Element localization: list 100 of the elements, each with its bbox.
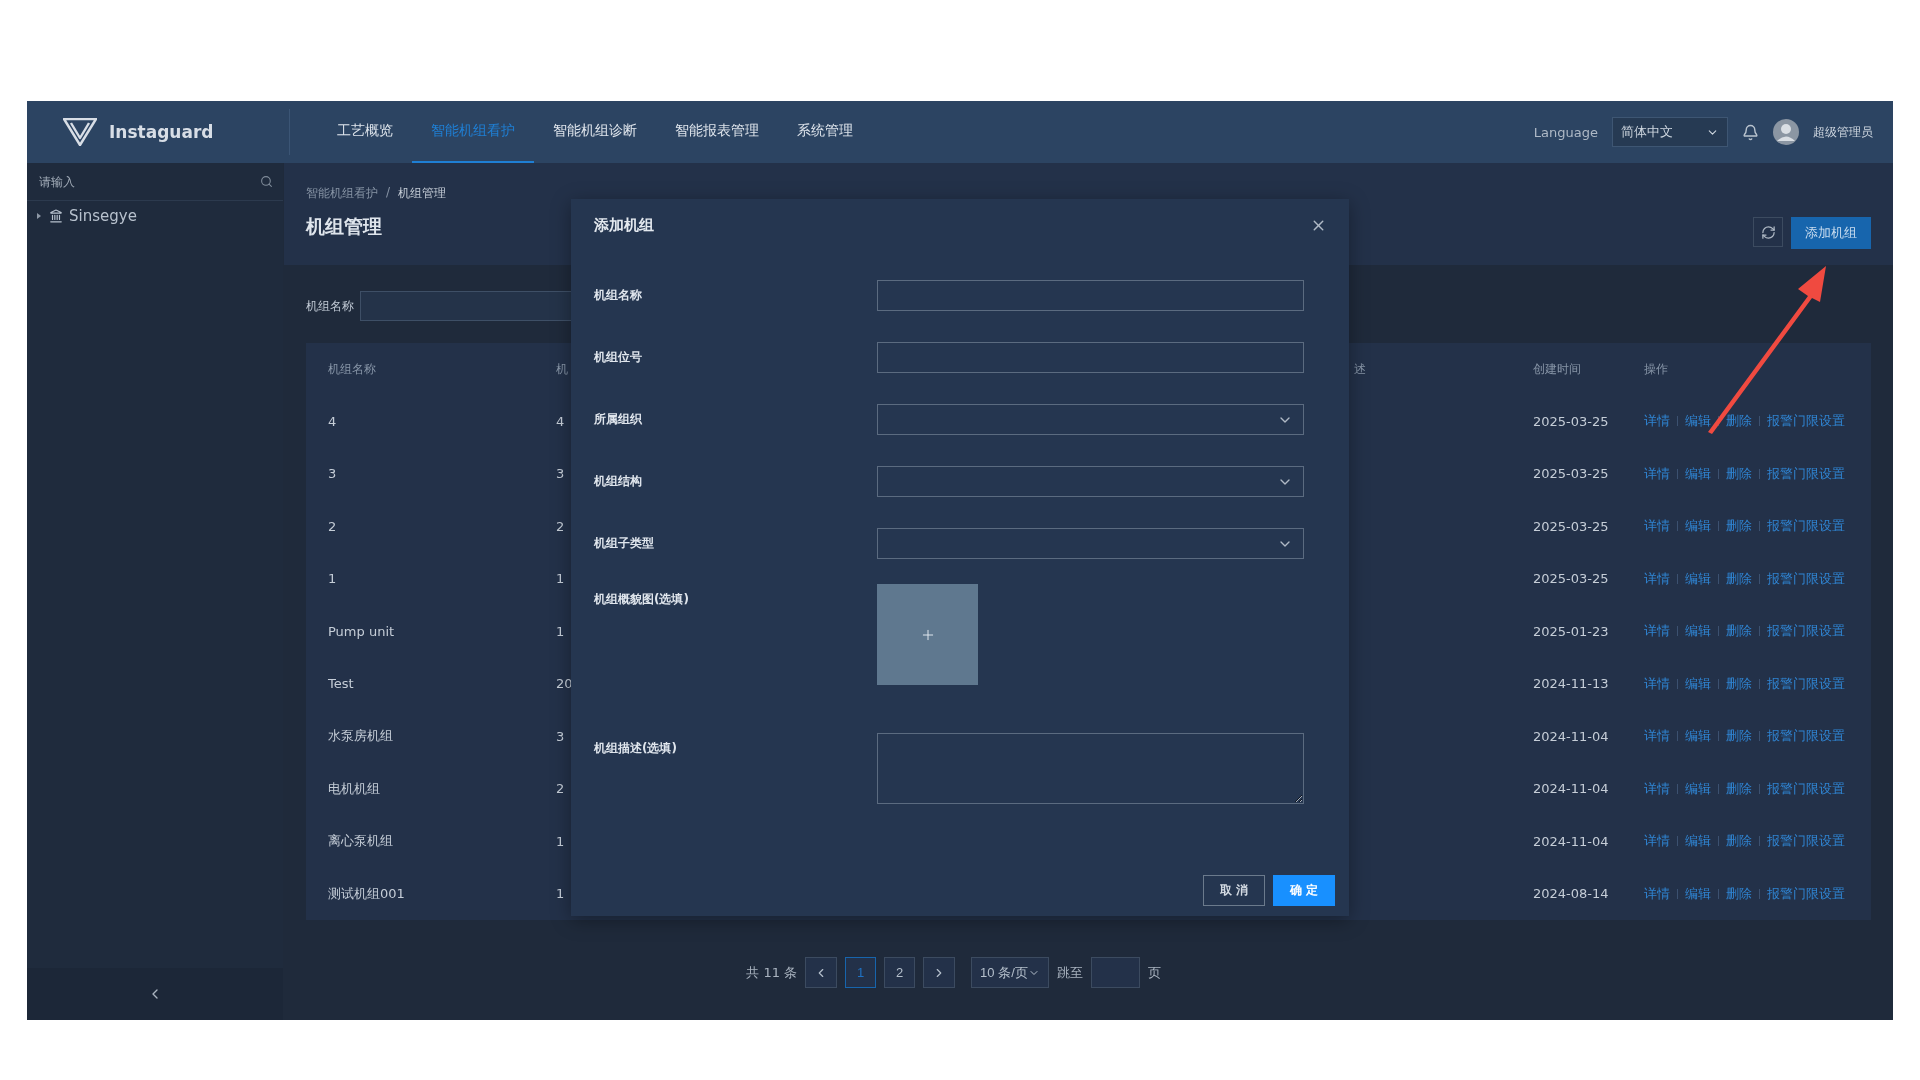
table-cell: 2024-11-04 — [1533, 833, 1609, 849]
action-link[interactable]: 删除 — [1726, 464, 1752, 483]
action-link[interactable]: 详情 — [1644, 517, 1670, 536]
action-link[interactable]: 删除 — [1726, 884, 1752, 903]
column-header: 述 — [1354, 360, 1366, 378]
table-cell: 2025-01-23 — [1533, 623, 1609, 639]
field-label: 机组位号 — [594, 349, 643, 366]
action-link[interactable]: 删除 — [1726, 674, 1752, 693]
page-button[interactable]: 1 — [845, 957, 877, 988]
action-link[interactable]: 报警门限设置 — [1767, 569, 1845, 588]
search-field[interactable]: 请输入 — [37, 173, 217, 190]
breadcrumb-item[interactable]: 智能机组看护 — [306, 185, 378, 202]
select-field[interactable] — [877, 528, 1304, 559]
table-cell: 4 — [556, 413, 565, 429]
table-cell: 1 — [556, 886, 565, 902]
action-link[interactable]: 详情 — [1644, 622, 1670, 641]
tree-item[interactable]: Sinsegye — [27, 201, 283, 231]
text-field[interactable] — [877, 280, 1304, 311]
table-cell: 离心泵机组 — [328, 832, 393, 851]
nav-tab[interactable]: 智能报表管理 — [656, 101, 778, 163]
cancel-button[interactable]: 取 消 — [1203, 875, 1265, 906]
text-field[interactable] — [877, 342, 1304, 373]
field-label: 所属组织 — [594, 411, 643, 428]
add-button[interactable]: 添加机组 — [1791, 217, 1871, 249]
table-cell: 2025-03-25 — [1533, 571, 1609, 587]
action-link[interactable]: 编辑 — [1685, 569, 1711, 588]
language-select[interactable]: 简体中文 — [1612, 117, 1728, 147]
action-link[interactable]: 详情 — [1644, 884, 1670, 903]
prev-page-button[interactable] — [805, 957, 838, 988]
bell-icon[interactable] — [1742, 123, 1759, 141]
page-input[interactable] — [1090, 957, 1140, 988]
nav-tab[interactable]: 系统管理 — [778, 101, 872, 163]
page-button[interactable]: 2 — [884, 957, 916, 988]
action-link[interactable]: 删除 — [1726, 727, 1752, 746]
action-link[interactable]: 报警门限设置 — [1767, 779, 1845, 798]
action-link[interactable]: 报警门限设置 — [1767, 412, 1845, 431]
action-link[interactable]: 报警门限设置 — [1767, 727, 1845, 746]
action-link[interactable]: 详情 — [1644, 412, 1670, 431]
action-link[interactable]: 编辑 — [1685, 884, 1711, 903]
table-cell: 1 — [328, 571, 337, 587]
next-page-button[interactable] — [923, 957, 956, 988]
action-link[interactable]: 编辑 — [1685, 412, 1711, 431]
action-link[interactable]: 报警门限设置 — [1767, 517, 1845, 536]
select-field[interactable] — [877, 466, 1304, 497]
refresh-icon — [1760, 224, 1776, 240]
column-header: 机组名称 — [328, 360, 376, 378]
action-link[interactable]: 删除 — [1726, 779, 1752, 798]
action-link[interactable]: 删除 — [1726, 517, 1752, 536]
action-link[interactable]: 编辑 — [1685, 517, 1711, 536]
action-link[interactable]: 编辑 — [1685, 779, 1711, 798]
table-cell: 2024-11-13 — [1533, 676, 1609, 692]
table-cell: 2025-03-25 — [1533, 518, 1609, 534]
action-link[interactable]: 详情 — [1644, 727, 1670, 746]
refresh-button[interactable] — [1753, 217, 1783, 247]
table-cell: 2024-08-14 — [1533, 886, 1609, 902]
action-link[interactable]: 报警门限设置 — [1767, 884, 1845, 903]
page-size-select[interactable]: 10 条/页 — [971, 957, 1049, 988]
table-cell: 3 — [556, 728, 565, 744]
confirm-button[interactable]: 确 定 — [1273, 875, 1335, 906]
table-cell: 测试机组001 — [328, 884, 405, 903]
table-cell: 1 — [556, 623, 565, 639]
table-cell: Pump unit — [328, 623, 395, 639]
action-link[interactable]: 删除 — [1726, 569, 1752, 588]
page-title: 机组管理 — [306, 214, 383, 239]
table-cell: 2 — [328, 518, 337, 534]
column-header: 机 — [556, 360, 568, 378]
action-link[interactable]: 报警门限设置 — [1767, 674, 1845, 693]
action-link[interactable]: 删除 — [1726, 412, 1752, 431]
action-link[interactable]: 详情 — [1644, 464, 1670, 483]
action-link[interactable]: 报警门限设置 — [1767, 832, 1845, 851]
table-cell: 2025-03-25 — [1533, 413, 1609, 429]
action-link[interactable]: 编辑 — [1685, 832, 1711, 851]
textarea-field[interactable] — [877, 733, 1304, 804]
nav-tab[interactable]: 智能机组诊断 — [534, 101, 656, 163]
breadcrumb-item[interactable]: 机组管理 — [398, 185, 447, 202]
table-cell: 水泵房机组 — [328, 727, 393, 746]
action-link[interactable]: 详情 — [1644, 674, 1670, 693]
user-name[interactable]: 超级管理员 — [1813, 123, 1873, 141]
filter-label: 机组名称 — [306, 297, 354, 315]
action-link[interactable]: 编辑 — [1685, 727, 1711, 746]
action-link[interactable]: 编辑 — [1685, 622, 1711, 641]
action-link[interactable]: 详情 — [1644, 779, 1670, 798]
field-label: 机组概貌图(选填) — [594, 591, 690, 608]
avatar-icon[interactable] — [1773, 119, 1799, 145]
action-link[interactable]: 详情 — [1644, 569, 1670, 588]
action-link[interactable]: 删除 — [1726, 622, 1752, 641]
action-link[interactable]: 编辑 — [1685, 674, 1711, 693]
action-link[interactable]: 编辑 — [1685, 464, 1711, 483]
action-link[interactable]: 删除 — [1726, 832, 1752, 851]
caret-icon[interactable] — [35, 212, 43, 220]
select-field[interactable] — [877, 404, 1304, 435]
nav-tab[interactable]: 工艺概览 — [318, 101, 412, 163]
action-link[interactable]: 详情 — [1644, 832, 1670, 851]
field-label: 机组名称 — [594, 287, 643, 304]
column-header: 创建时间 — [1533, 360, 1581, 378]
action-link[interactable]: 报警门限设置 — [1767, 622, 1845, 641]
search-icon[interactable] — [260, 175, 273, 188]
table-cell: Test — [328, 676, 354, 692]
action-link[interactable]: 报警门限设置 — [1767, 464, 1845, 483]
breadcrumb-separator: / — [386, 185, 391, 201]
